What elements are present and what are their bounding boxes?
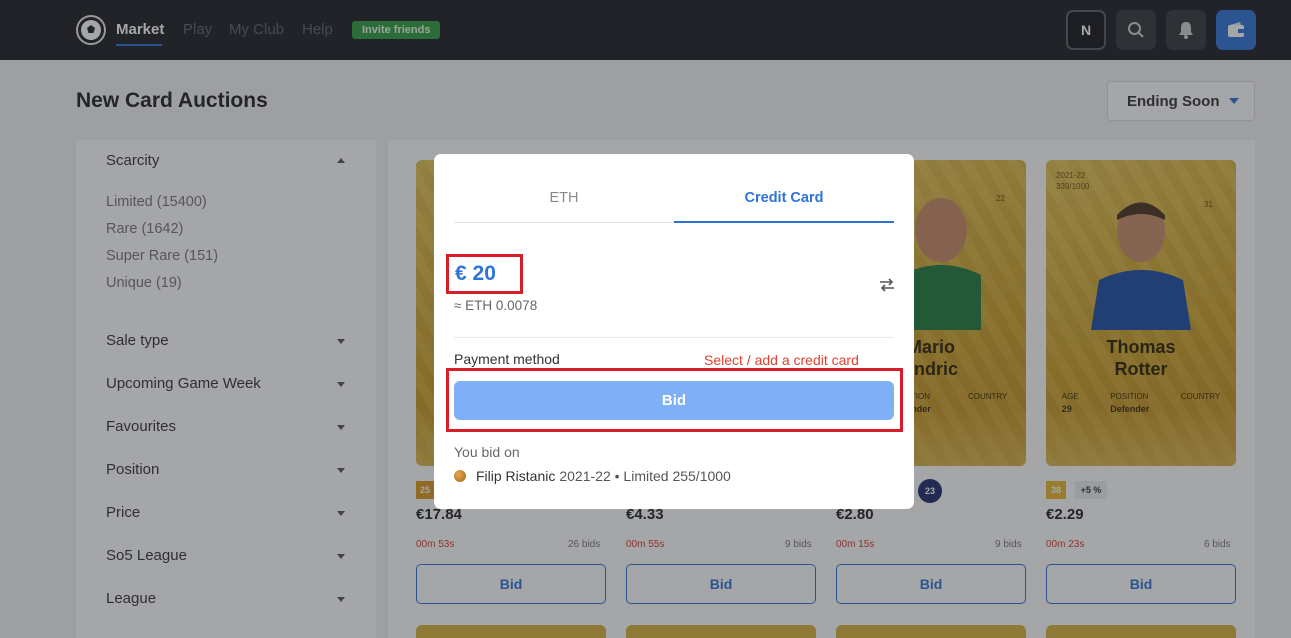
swap-currency-icon[interactable] [878, 277, 896, 293]
you-bid-on-label: You bid on [454, 444, 520, 460]
add-credit-card-link[interactable]: Select / add a credit card [704, 352, 859, 368]
bid-card-summary: Filip Ristanic 2021-22 • Limited 255/100… [454, 468, 731, 484]
bid-modal: ETH Credit Card € 20 ≈ ETH 0.0078 Paymen… [434, 154, 914, 509]
bid-card-player: Filip Ristanic [476, 468, 556, 484]
tab-eth[interactable]: ETH [454, 190, 674, 206]
tab-active-indicator [674, 221, 894, 223]
limited-rarity-icon [454, 470, 466, 482]
eth-equivalent: ≈ ETH 0.0078 [454, 298, 538, 313]
bid-card-meta: 2021-22 • Limited 255/1000 [559, 468, 731, 484]
bid-button[interactable]: Bid [454, 381, 894, 420]
bid-amount[interactable]: € 20 [455, 262, 496, 286]
section-divider [454, 337, 894, 338]
payment-method-label: Payment method [454, 351, 560, 367]
tab-credit-card[interactable]: Credit Card [674, 190, 894, 206]
